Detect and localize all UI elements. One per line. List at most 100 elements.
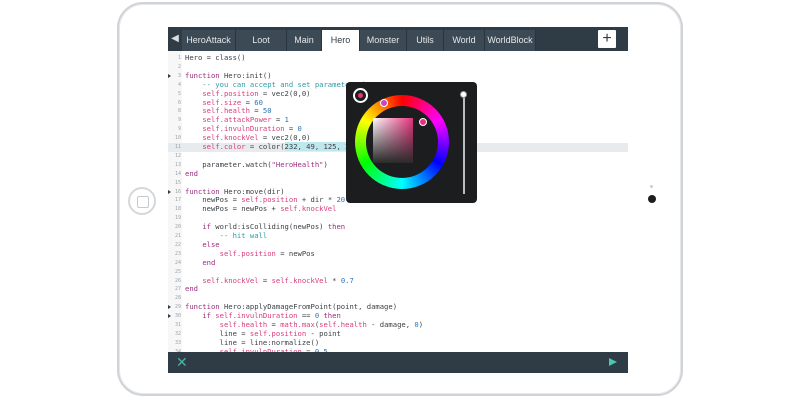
line-number: 6	[177, 99, 181, 106]
code-token: newPos = newPos +	[185, 204, 281, 214]
line-number: 10	[174, 135, 181, 142]
code-token: self.invulnDuration	[215, 311, 298, 321]
code-token: =	[267, 320, 281, 329]
tab-loot[interactable]: Loot	[236, 30, 287, 51]
current-color-swatch[interactable]	[353, 88, 368, 103]
code-token: self.knockVel	[280, 204, 337, 214]
line-number: 32	[174, 330, 181, 337]
tab-main[interactable]: Main	[287, 30, 322, 51]
line-number: 30	[174, 313, 181, 320]
code-token: math.max	[280, 320, 315, 329]
code-token: - point	[306, 328, 341, 338]
code-token: Hero = class()	[185, 53, 246, 62]
close-icon[interactable]: ✕	[176, 354, 188, 371]
code-token: self.color	[202, 142, 246, 151]
tab-monster[interactable]: Monster	[360, 30, 407, 51]
tab-utils[interactable]: Utils	[407, 30, 444, 51]
code-text: end	[185, 257, 216, 268]
line-number: 18	[174, 206, 181, 213]
tab-world[interactable]: World	[444, 30, 485, 51]
line-number: 19	[174, 215, 181, 222]
line-number: 29	[174, 304, 181, 311]
tab-heroattack[interactable]: HeroAttack	[182, 30, 236, 51]
code-line[interactable]: 1 Hero = class()	[168, 53, 628, 63]
hue-handle[interactable]	[380, 99, 388, 107]
saturation-value-handle[interactable]	[419, 118, 427, 126]
code-token: if	[202, 222, 211, 232]
code-token: 0.7	[340, 275, 354, 285]
alpha-slider-track[interactable]	[463, 94, 465, 194]
line-number: 21	[174, 233, 181, 239]
code-text: parameter.watch("HeroHealth")	[185, 159, 328, 170]
add-tab-button[interactable]: +	[598, 30, 616, 48]
code-token: self.knockVel	[202, 133, 259, 143]
line-number: 5	[177, 90, 181, 97]
line-number: 16	[174, 188, 181, 195]
code-line[interactable]: 24 end	[168, 257, 628, 268]
tab-worldblock[interactable]: WorldBlock	[485, 30, 536, 51]
code-token: self.health	[202, 106, 250, 116]
play-icon[interactable]	[609, 358, 617, 366]
code-token: 50	[262, 106, 272, 116]
code-token: )	[418, 320, 424, 329]
saturation-value-square[interactable]	[373, 118, 413, 163]
line-number: 17	[174, 197, 181, 204]
code-token: self.health	[319, 320, 367, 329]
code-token: parameter.watch(	[185, 159, 272, 169]
sensor-dot	[650, 185, 653, 188]
code-token: self.position	[241, 195, 298, 205]
line-number: 25	[174, 268, 181, 275]
tab-bar: ◀ HeroAttack Loot Main Hero Monster Utils Worl…	[168, 27, 628, 51]
line-number: 23	[174, 250, 181, 257]
code-token: then	[323, 311, 341, 321]
code-token: -- hit wall	[185, 231, 268, 240]
code-token: self.attackPower	[202, 115, 272, 125]
line-number: 22	[174, 241, 181, 248]
line-number: 28	[174, 295, 181, 302]
code-token: =	[258, 275, 272, 285]
alpha-slider-handle[interactable]	[460, 91, 467, 98]
code-token: 0	[297, 124, 302, 134]
tab-hero[interactable]: Hero	[322, 30, 360, 51]
code-text: self.knockVel = self.knockVel * 0.7	[185, 275, 354, 286]
code-token: end	[185, 168, 198, 178]
code-line[interactable]: 23 self.position = newPos	[168, 249, 628, 259]
line-number: 9	[177, 117, 181, 124]
code-text: Hero = class()	[185, 53, 246, 63]
code-line[interactable]: 27 end	[168, 284, 628, 294]
code-token: =	[249, 106, 263, 116]
home-button[interactable]	[128, 187, 156, 215]
code-line[interactable]: 21 -- hit wall	[168, 231, 628, 241]
code-token: self.size	[202, 97, 242, 107]
code-token: else	[202, 239, 220, 249]
line-number: 2	[177, 63, 181, 70]
code-token: end	[202, 257, 216, 267]
code-token: self.knockVel	[202, 275, 259, 285]
line-number: 31	[174, 322, 181, 328]
code-token: line = line:normalize()	[185, 337, 320, 347]
back-arrow-icon[interactable]: ◀	[168, 27, 182, 51]
line-number: 1	[177, 55, 181, 61]
camera-icon	[648, 195, 656, 203]
code-token: )	[323, 159, 328, 169]
code-token: = vec2(0,0)	[258, 88, 311, 98]
code-text: self.color = color(232, 49, 125, 255)	[185, 142, 362, 152]
code-token: newPos =	[185, 195, 242, 205]
code-token: 1	[284, 115, 289, 125]
code-text: newPos = newPos + self.knockVel	[185, 204, 337, 214]
code-token: = vec2(0,0)	[258, 133, 311, 143]
code-token: Hero:applyDamageFromPoint(point, damage)	[219, 302, 398, 312]
color-picker-popup	[346, 82, 477, 203]
code-line[interactable]: 26 self.knockVel = self.knockVel * 0.7	[168, 275, 628, 286]
code-token: self.invulnDuration	[202, 124, 285, 134]
code-line[interactable]: 18 newPos = newPos + self.knockVel	[168, 204, 628, 214]
code-token: self.position	[202, 88, 259, 98]
